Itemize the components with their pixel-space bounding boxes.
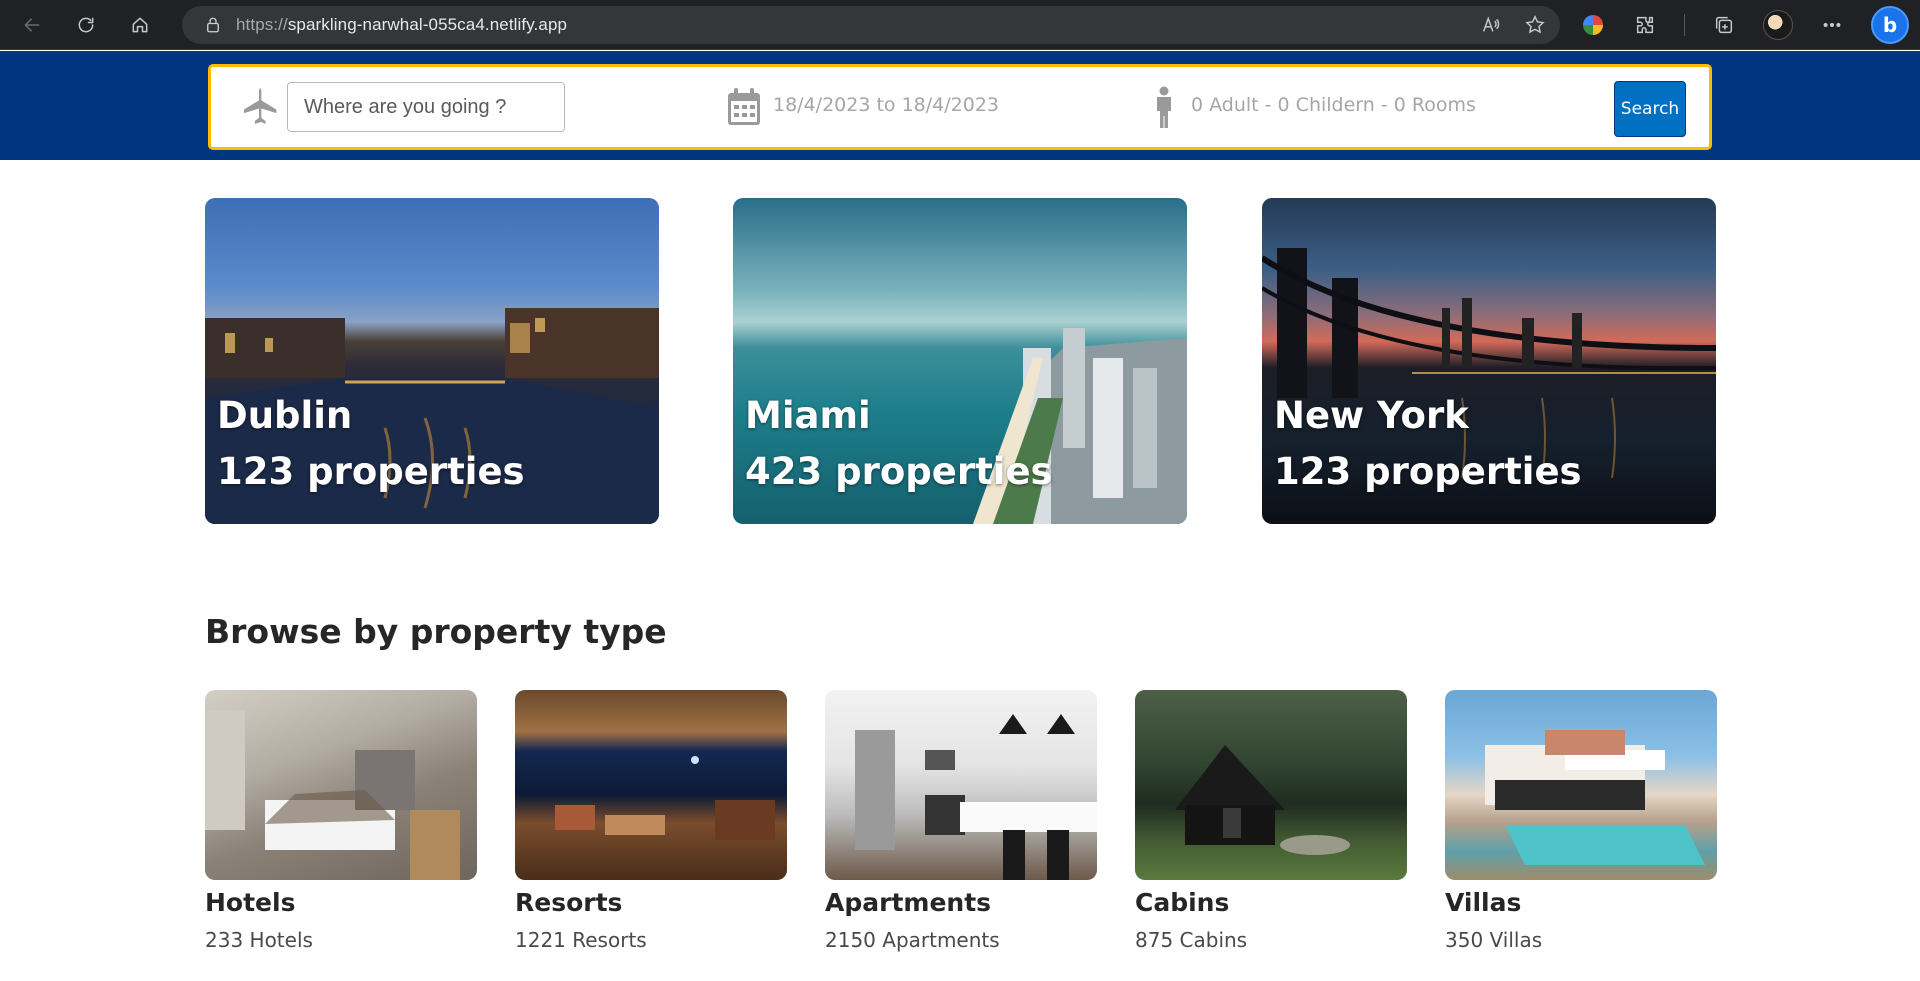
city-name: Dublin <box>217 394 353 437</box>
property-type-card-resorts[interactable]: Resorts 1221 Resorts <box>515 690 787 954</box>
browser-toolbar: https://sparkling-narwhal-055ca4.netlify… <box>0 0 1920 50</box>
url-protocol: https:// <box>236 15 288 34</box>
property-type-count: 2150 Apartments <box>825 928 1000 952</box>
featured-card-new-york[interactable]: New York 123 properties <box>1262 198 1716 524</box>
plane-icon <box>241 85 281 129</box>
lock-icon[interactable] <box>204 16 222 34</box>
property-type-name: Apartments <box>825 888 992 917</box>
property-type-count: 233 Hotels <box>205 928 313 952</box>
property-type-count: 350 Villas <box>1445 928 1543 952</box>
extensions-puzzle-icon[interactable] <box>1632 12 1658 38</box>
extension-color-icon[interactable] <box>1580 12 1606 38</box>
date-range-text[interactable]: 18/4/2023 to 18/4/2023 <box>773 94 999 116</box>
cabins-image <box>1135 690 1407 880</box>
home-icon[interactable] <box>122 7 158 43</box>
property-type-name: Villas <box>1445 888 1522 917</box>
apartments-image <box>825 690 1097 880</box>
destination-input[interactable] <box>287 82 565 132</box>
url-text[interactable]: https://sparkling-narwhal-055ca4.netlify… <box>236 15 567 35</box>
villas-image <box>1445 690 1717 880</box>
featured-card-dublin[interactable]: Dublin 123 properties <box>205 198 659 524</box>
back-icon[interactable] <box>14 7 50 43</box>
more-menu-icon[interactable] <box>1819 12 1845 38</box>
featured-card-miami[interactable]: Miami 423 properties <box>733 198 1187 524</box>
search-bar: 18/4/2023 to 18/4/2023 0 Adult - 0 Child… <box>208 64 1712 150</box>
property-type-name: Cabins <box>1135 888 1230 917</box>
refresh-icon[interactable] <box>68 7 104 43</box>
property-type-count: 875 Cabins <box>1135 928 1248 952</box>
property-type-card-cabins[interactable]: Cabins 875 Cabins <box>1135 690 1407 954</box>
property-type-card-hotels[interactable]: Hotels 233 Hotels <box>205 690 477 954</box>
favorite-star-icon[interactable] <box>1524 14 1546 36</box>
search-button[interactable]: Search <box>1614 81 1686 137</box>
address-bar[interactable]: https://sparkling-narwhal-055ca4.netlify… <box>182 6 1560 44</box>
city-properties: 423 properties <box>745 450 1053 493</box>
section-title: Browse by property type <box>205 612 667 651</box>
bing-copilot-icon[interactable]: b <box>1871 6 1909 44</box>
collections-icon[interactable] <box>1711 12 1737 38</box>
hotels-image <box>205 690 477 880</box>
property-type-count: 1221 Resorts <box>515 928 647 952</box>
resorts-image <box>515 690 787 880</box>
url-host: sparkling-narwhal-055ca4.netlify.app <box>287 15 568 34</box>
toolbar-divider <box>1684 14 1685 36</box>
city-properties: 123 properties <box>1274 450 1582 493</box>
guests-rooms-text[interactable]: 0 Adult - 0 Childern - 0 Rooms <box>1191 94 1476 116</box>
property-type-name: Resorts <box>515 888 623 917</box>
property-type-name: Hotels <box>205 888 296 917</box>
profile-avatar[interactable] <box>1763 10 1793 40</box>
read-aloud-icon[interactable] <box>1480 14 1502 36</box>
city-name: Miami <box>745 394 871 437</box>
property-type-card-villas[interactable]: Villas 350 Villas <box>1445 690 1717 954</box>
city-properties: 123 properties <box>217 450 525 493</box>
person-icon <box>1153 86 1175 128</box>
calendar-icon[interactable] <box>727 88 761 126</box>
city-name: New York <box>1274 394 1469 437</box>
property-type-card-apartments[interactable]: Apartments 2150 Apartments <box>825 690 1097 954</box>
